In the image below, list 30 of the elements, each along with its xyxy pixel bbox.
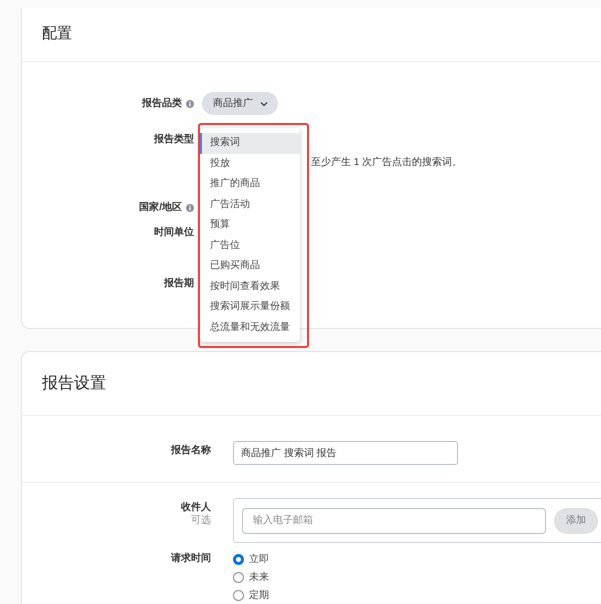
menu-item[interactable]: 总流量和无效流量 (200, 318, 300, 338)
menu-item[interactable]: 推广的商品 (200, 174, 300, 194)
optional-hint: 可选 (191, 514, 211, 527)
field-label: 收件人 (181, 501, 211, 514)
section-title: 报告设置 (42, 374, 106, 394)
menu-item[interactable]: 广告位 (200, 236, 300, 256)
category-select[interactable]: 商品推广 (202, 92, 278, 115)
field-label: 国家/地区 (139, 200, 182, 215)
field-label: 时间单位 (154, 226, 194, 240)
menu-item[interactable]: 搜索词 (200, 133, 300, 154)
field-label: 报告期 (164, 276, 194, 291)
field-label: 报告品类 (142, 96, 182, 110)
email-field[interactable]: 输入电子邮箱 (242, 508, 546, 534)
section-title: 配置 (42, 24, 72, 44)
add-button[interactable]: 添加 (554, 508, 598, 534)
field-label: 报告类型 (154, 132, 194, 147)
radio-option[interactable]: 未来 (233, 568, 269, 586)
field-label: 请求时间 (171, 553, 211, 564)
menu-item[interactable]: 投放 (200, 154, 300, 174)
menu-item[interactable]: 搜索词展示量份额 (200, 297, 300, 318)
menu-item[interactable]: 广告活动 (200, 194, 300, 215)
field-label: 报告名称 (171, 445, 211, 456)
menu-item[interactable]: 已购买商品 (200, 256, 300, 276)
radio-option[interactable]: 立即 (233, 550, 269, 568)
radio-option[interactable]: 定期 (233, 586, 269, 604)
field-description: 至少产生 1 次广告点击的搜索词。 (311, 156, 462, 170)
menu-item[interactable]: 按时间查看效果 (200, 276, 300, 297)
menu-item[interactable]: 预算 (200, 215, 300, 236)
report-name-field[interactable]: 商品推广 搜索词 报告 (233, 441, 458, 465)
chevron-down-icon (260, 100, 268, 106)
